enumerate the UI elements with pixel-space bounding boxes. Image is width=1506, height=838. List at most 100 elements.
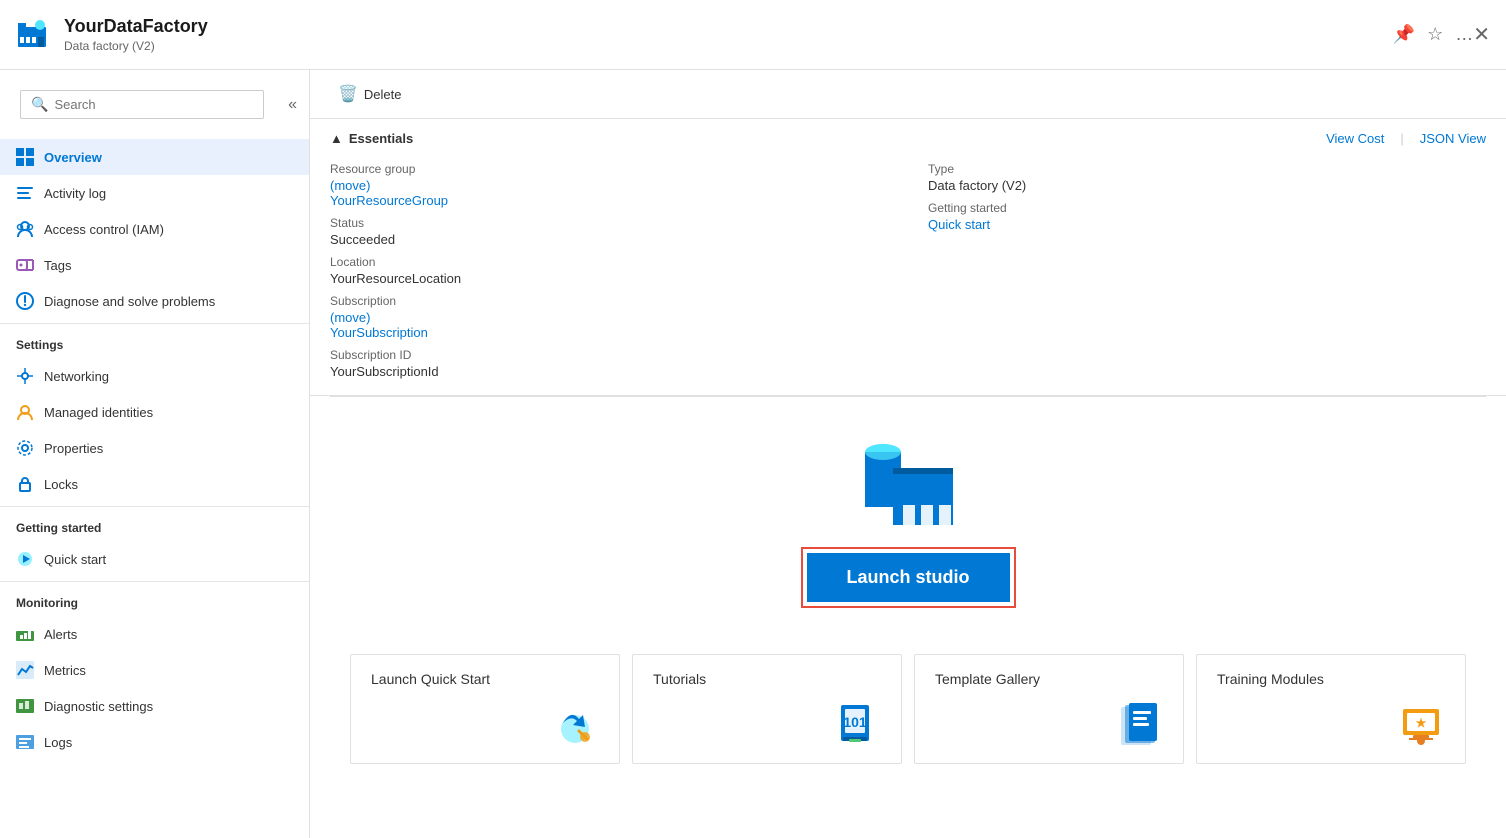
sidebar-item-diagnose[interactable]: Diagnose and solve problems — [0, 283, 309, 319]
status-label: Status — [330, 216, 888, 230]
essentials-links: View Cost | JSON View — [1326, 131, 1486, 146]
settings-section-label: Settings — [0, 323, 309, 358]
overview-icon — [16, 148, 34, 166]
getting-started-row: Getting started Quick start — [928, 197, 1486, 236]
factory-icon — [848, 437, 968, 537]
header-title-group: YourDataFactory Data factory (V2) — [64, 16, 1377, 53]
sidebar-item-label: Diagnostic settings — [44, 699, 153, 714]
pin-icon[interactable]: 📌 — [1393, 24, 1415, 45]
metrics-icon — [16, 661, 34, 679]
sidebar-item-label: Managed identities — [44, 405, 153, 420]
subscription-value: (move) YourSubscription — [330, 310, 888, 340]
quick-start-link[interactable]: Quick start — [928, 217, 990, 232]
star-icon[interactable]: ☆ — [1427, 24, 1443, 45]
more-options-icon[interactable]: … — [1455, 24, 1473, 45]
json-view-link[interactable]: JSON View — [1420, 131, 1486, 146]
tutorials-title: Tutorials — [653, 671, 706, 687]
launch-studio-wrapper: Launch studio — [801, 547, 1016, 608]
sidebar-item-label: Networking — [44, 369, 109, 384]
template-gallery-title: Template Gallery — [935, 671, 1040, 687]
location-row: Location YourResourceLocation — [330, 251, 888, 290]
launch-quick-start-card[interactable]: Launch Quick Start — [350, 654, 620, 764]
svg-text:★: ★ — [1416, 716, 1427, 730]
view-cost-link[interactable]: View Cost — [1326, 131, 1384, 146]
tutorials-card[interactable]: Tutorials 101 — [632, 654, 902, 764]
essentials-title: ▲ Essentials — [330, 131, 413, 146]
monitoring-section-label: Monitoring — [0, 581, 309, 616]
app-header: YourDataFactory Data factory (V2) 📌 ☆ … … — [0, 0, 1506, 70]
subscription-link[interactable]: YourSubscription — [330, 325, 428, 340]
access-control-icon — [16, 220, 34, 238]
sidebar-item-label: Logs — [44, 735, 72, 750]
quick-start-icon — [16, 550, 34, 568]
sidebar-item-label: Tags — [44, 258, 71, 273]
delete-button[interactable]: 🗑️ Delete — [326, 78, 414, 110]
search-icon: 🔍 — [31, 96, 48, 113]
diagnose-icon — [16, 292, 34, 310]
close-button[interactable]: ✕ — [1473, 22, 1490, 47]
launch-studio-button[interactable]: Launch studio — [807, 553, 1010, 602]
subscription-id-label: Subscription ID — [330, 348, 888, 362]
sidebar-item-properties[interactable]: Properties — [0, 430, 309, 466]
svg-text:101: 101 — [843, 714, 867, 730]
content-area: 🗑️ Delete ▲ Essentials View Cost | JSON … — [310, 70, 1506, 838]
sidebar-item-access-control[interactable]: Access control (IAM) — [0, 211, 309, 247]
sidebar-item-metrics[interactable]: Metrics — [0, 652, 309, 688]
location-value: YourResourceLocation — [330, 271, 888, 286]
sidebar-item-label: Properties — [44, 441, 103, 456]
essentials-grid: Resource group (move) YourResourceGroup … — [330, 158, 1486, 383]
type-label: Type — [928, 162, 1486, 176]
template-gallery-card[interactable]: Template Gallery — [914, 654, 1184, 764]
app-icon — [16, 17, 52, 53]
status-row: Status Succeeded — [330, 212, 888, 251]
resource-group-row: Resource group (move) YourResourceGroup — [330, 158, 888, 212]
search-box[interactable]: 🔍 — [20, 90, 264, 119]
sidebar-item-logs[interactable]: Logs — [0, 724, 309, 760]
app-subtitle: Data factory (V2) — [64, 39, 1377, 53]
sidebar-item-managed-identities[interactable]: Managed identities — [0, 394, 309, 430]
networking-icon — [16, 367, 34, 385]
sidebar-item-networking[interactable]: Networking — [0, 358, 309, 394]
tags-icon — [16, 256, 34, 274]
resource-group-label: Resource group — [330, 162, 888, 176]
subscription-row: Subscription (move) YourSubscription — [330, 290, 888, 344]
type-row: Type Data factory (V2) — [928, 158, 1486, 197]
sidebar-item-diagnostic-settings[interactable]: Diagnostic settings — [0, 688, 309, 724]
sidebar-item-label: Overview — [44, 150, 102, 165]
sidebar-item-overview[interactable]: Overview — [0, 139, 309, 175]
sidebar-item-label: Locks — [44, 477, 78, 492]
sidebar-item-label: Access control (IAM) — [44, 222, 164, 237]
managed-identities-icon — [16, 403, 34, 421]
sidebar-item-activity-log[interactable]: Activity log — [0, 175, 309, 211]
factory-illustration: Launch studio — [801, 437, 1016, 618]
training-modules-card[interactable]: Training Modules ★ — [1196, 654, 1466, 764]
training-modules-title: Training Modules — [1217, 671, 1324, 687]
resource-group-link[interactable]: YourResourceGroup — [330, 193, 448, 208]
sidebar-item-label: Metrics — [44, 663, 86, 678]
move-resource-group-link[interactable]: (move) — [330, 178, 370, 193]
cards-row: Launch Quick Start Tutorials — [330, 638, 1486, 780]
launch-quick-start-icon — [551, 699, 599, 747]
search-input[interactable] — [54, 97, 253, 112]
sidebar-item-alerts[interactable]: Alerts — [0, 616, 309, 652]
subscription-id-row: Subscription ID YourSubscriptionId — [330, 344, 888, 383]
sidebar-item-locks[interactable]: Locks — [0, 466, 309, 502]
sidebar-search-row: 🔍 « — [0, 70, 309, 139]
sidebar-item-quick-start[interactable]: Quick start — [0, 541, 309, 577]
launch-quick-start-title: Launch Quick Start — [371, 671, 490, 687]
getting-started-label: Getting started — [928, 201, 1486, 215]
subscription-id-value: YourSubscriptionId — [330, 364, 888, 379]
content-center: Launch studio Launch Quick Start — [310, 397, 1506, 838]
status-value: Succeeded — [330, 232, 888, 247]
essentials-collapse-icon[interactable]: ▲ — [330, 131, 343, 146]
sidebar-nav: Overview Activity log Access control (IA… — [0, 139, 309, 838]
resource-group-value: (move) YourResourceGroup — [330, 178, 888, 208]
diagnostic-settings-icon — [16, 697, 34, 715]
sidebar-item-tags[interactable]: Tags — [0, 247, 309, 283]
collapse-button[interactable]: « — [284, 92, 301, 118]
move-subscription-link[interactable]: (move) — [330, 310, 370, 325]
essentials-section: ▲ Essentials View Cost | JSON View Resou… — [310, 119, 1506, 396]
toolbar: 🗑️ Delete — [310, 70, 1506, 119]
app-title: YourDataFactory — [64, 16, 1377, 37]
main-layout: 🔍 « Overview A — [0, 70, 1506, 838]
